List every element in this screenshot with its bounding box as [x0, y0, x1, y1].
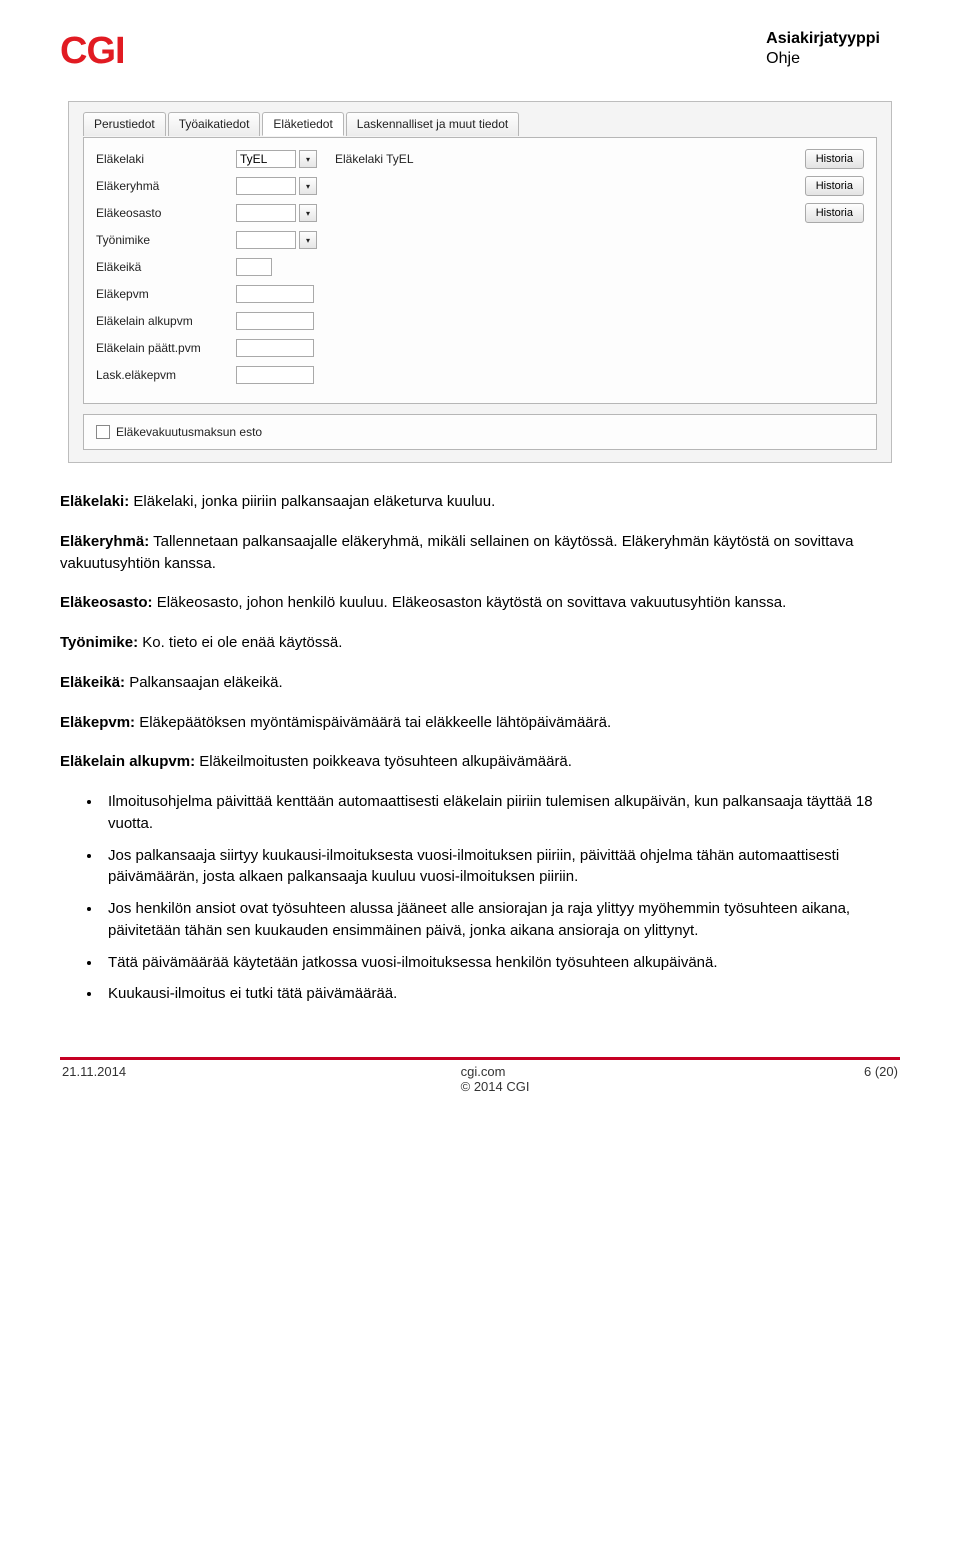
- term-elakelain-alkupvm: Eläkelain alkupvm:: [60, 753, 195, 770]
- list-item: Jos henkilön ansiot ovat työsuhteen alus…: [102, 898, 900, 942]
- row-elakeosasto: Eläkeosasto ▾ Historia: [96, 202, 864, 224]
- bullet-list: Ilmoitusohjelma päivittää kenttään autom…: [60, 791, 900, 1005]
- label-tyonimike: Työnimike: [96, 233, 236, 247]
- page-footer: 21.11.2014 cgi.com © 2014 CGI 6 (20): [60, 1064, 900, 1100]
- term-elakeosasto: Eläkeosasto:: [60, 594, 153, 611]
- label-elakeika: Eläkeikä: [96, 260, 236, 274]
- label-elakeryhma: Eläkeryhmä: [96, 179, 236, 193]
- doc-type-value: Ohje: [766, 50, 880, 68]
- para-elakeosasto: Eläkeosasto: Eläkeosasto, johon henkilö …: [60, 592, 900, 614]
- body-text: Eläkelaki: Eläkelaki, jonka piiriin palk…: [60, 491, 900, 1005]
- input-tyonimike[interactable]: [236, 231, 296, 249]
- row-elakeika: Eläkeikä: [96, 256, 864, 278]
- tab-laskennalliset[interactable]: Laskennalliset ja muut tiedot: [346, 112, 519, 136]
- label-elakeosasto: Eläkeosasto: [96, 206, 236, 220]
- list-item: Jos palkansaaja siirtyy kuukausi-ilmoitu…: [102, 845, 900, 889]
- term-elakelaki: Eläkelaki:: [60, 493, 129, 510]
- history-elakeryhma-button[interactable]: Historia: [805, 176, 864, 196]
- row-elakelain-paattpvm: Eläkelain päätt.pvm: [96, 337, 864, 359]
- doc-type-label: Asiakirjatyyppi: [766, 30, 880, 48]
- tab-elaketiedot[interactable]: Eläketiedot: [262, 112, 343, 136]
- footer-copyright: © 2014 CGI: [461, 1079, 530, 1094]
- input-elakeika[interactable]: [236, 258, 272, 276]
- row-tyonimike: Työnimike ▾: [96, 229, 864, 251]
- text-elakelaki: Eläkelaki, jonka piiriin palkansaajan el…: [129, 493, 495, 510]
- label-elakelain-alkupvm: Eläkelain alkupvm: [96, 314, 236, 328]
- term-tyonimike: Työnimike:: [60, 634, 138, 651]
- term-elakeika: Eläkeikä:: [60, 674, 125, 691]
- term-elakeryhma: Eläkeryhmä:: [60, 533, 149, 550]
- row-elakepvm: Eläkepvm: [96, 283, 864, 305]
- lookup-elakeosasto-button[interactable]: ▾: [299, 204, 317, 222]
- text-elakeosasto: Eläkeosasto, johon henkilö kuuluu. Eläke…: [153, 594, 787, 611]
- para-elakeika: Eläkeikä: Palkansaajan eläkeikä.: [60, 672, 900, 694]
- desc-elakelaki: Eläkelaki TyEL: [335, 152, 414, 166]
- row-elakelaki: Eläkelaki ▾ Eläkelaki TyEL Historia: [96, 148, 864, 170]
- page-header: CGI Asiakirjatyyppi Ohje: [60, 30, 900, 73]
- history-elakeosasto-button[interactable]: Historia: [805, 203, 864, 223]
- tab-tyoaikatiedot[interactable]: Työaikatiedot: [168, 112, 261, 136]
- row-lask-elakepvm: Lask.eläkepvm: [96, 364, 864, 386]
- tab-perustiedot[interactable]: Perustiedot: [83, 112, 166, 136]
- text-elakelain-alkupvm: Eläkeilmoitusten poikkeava työsuhteen al…: [195, 753, 572, 770]
- label-elakelaki: Eläkelaki: [96, 152, 236, 166]
- lookup-elakeryhma-button[interactable]: ▾: [299, 177, 317, 195]
- input-elakeosasto[interactable]: [236, 204, 296, 222]
- text-tyonimike: Ko. tieto ei ole enää käytössä.: [138, 634, 342, 651]
- footer-site: cgi.com: [461, 1064, 530, 1079]
- para-tyonimike: Työnimike: Ko. tieto ei ole enää käytöss…: [60, 632, 900, 654]
- lookup-elakelaki-button[interactable]: ▾: [299, 150, 317, 168]
- label-elakepvm: Eläkepvm: [96, 287, 236, 301]
- footer-rule: [60, 1057, 900, 1060]
- history-elakelaki-button[interactable]: Historia: [805, 149, 864, 169]
- input-elakeryhma[interactable]: [236, 177, 296, 195]
- input-elakelain-paattpvm[interactable]: [236, 339, 314, 357]
- label-elakelain-paattpvm: Eläkelain päätt.pvm: [96, 341, 236, 355]
- doc-meta: Asiakirjatyyppi Ohje: [766, 30, 880, 68]
- label-lask-elakepvm: Lask.eläkepvm: [96, 368, 236, 382]
- logo: CGI: [60, 30, 125, 73]
- text-elakeika: Palkansaajan eläkeikä.: [125, 674, 283, 691]
- para-elakepvm: Eläkepvm: Eläkepäätöksen myöntämispäiväm…: [60, 712, 900, 734]
- input-lask-elakepvm[interactable]: [236, 366, 314, 384]
- text-elakepvm: Eläkepäätöksen myöntämispäivämäärä tai e…: [135, 714, 611, 731]
- row-elakelain-alkupvm: Eläkelain alkupvm: [96, 310, 864, 332]
- input-elakelaki[interactable]: [236, 150, 296, 168]
- term-elakepvm: Eläkepvm:: [60, 714, 135, 731]
- checkbox-elakevakuutusmaksun-esto[interactable]: [96, 425, 110, 439]
- footer-page-number: 6 (20): [864, 1064, 898, 1094]
- para-elakelain-alkupvm: Eläkelain alkupvm: Eläkeilmoitusten poik…: [60, 751, 900, 773]
- tab-bar: Perustiedot Työaikatiedot Eläketiedot La…: [83, 112, 877, 136]
- lookup-tyonimike-button[interactable]: ▾: [299, 231, 317, 249]
- para-elakelaki: Eläkelaki: Eläkelaki, jonka piiriin palk…: [60, 491, 900, 513]
- tab-panel-elaketiedot: Eläkelaki ▾ Eläkelaki TyEL Historia Eläk…: [83, 137, 877, 404]
- footer-date: 21.11.2014: [62, 1064, 126, 1094]
- list-item: Kuukausi-ilmoitus ei tutki tätä päivämää…: [102, 983, 900, 1005]
- text-elakeryhma: Tallennetaan palkansaajalle eläkeryhmä, …: [60, 533, 854, 572]
- input-elakepvm[interactable]: [236, 285, 314, 303]
- list-item: Ilmoitusohjelma päivittää kenttään autom…: [102, 791, 900, 835]
- sub-panel-esto: Eläkevakuutusmaksun esto: [83, 414, 877, 450]
- row-elakeryhma: Eläkeryhmä ▾ Historia: [96, 175, 864, 197]
- list-item: Tätä päivämäärää käytetään jatkossa vuos…: [102, 952, 900, 974]
- embedded-screenshot: Perustiedot Työaikatiedot Eläketiedot La…: [68, 101, 892, 463]
- checkbox-label-esto: Eläkevakuutusmaksun esto: [116, 425, 262, 439]
- input-elakelain-alkupvm[interactable]: [236, 312, 314, 330]
- para-elakeryhma: Eläkeryhmä: Tallennetaan palkansaajalle …: [60, 531, 900, 575]
